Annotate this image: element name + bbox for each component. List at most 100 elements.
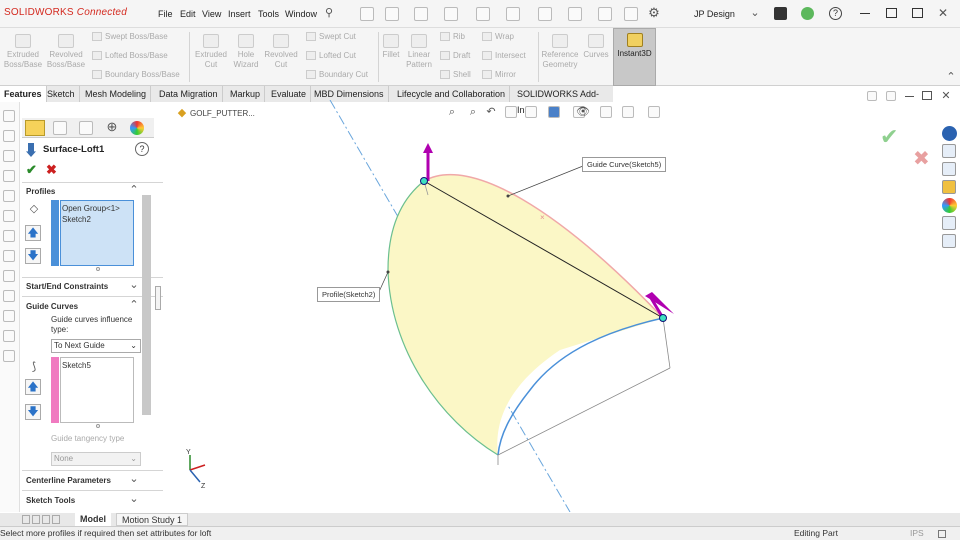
swept-cut-button[interactable]: Swept Cut: [306, 32, 356, 42]
graphics-viewport[interactable]: × Y Z: [160, 100, 935, 512]
profiles-list[interactable]: Open Group<1> Sketch2: [60, 200, 134, 266]
scroll-prev-icon[interactable]: [32, 515, 40, 524]
design-library-icon[interactable]: [942, 144, 956, 158]
appearances-icon[interactable]: [942, 198, 957, 213]
pm-scrollbar[interactable]: [142, 195, 151, 415]
status-units[interactable]: IPS: [910, 527, 924, 540]
rebuild-icon[interactable]: [598, 7, 612, 21]
connector-point[interactable]: [659, 314, 667, 322]
app-logo[interactable]: SOLIDWORKS Connected: [4, 7, 127, 18]
save-icon[interactable]: [444, 7, 458, 21]
minimize-icon[interactable]: [860, 13, 870, 14]
fillet-button[interactable]: Fillet: [380, 34, 402, 60]
guide-influence-select[interactable]: To Next Guide ⌄: [51, 339, 141, 353]
guide-curve-callout[interactable]: Guide Curve(Sketch5): [582, 157, 667, 172]
maximize-icon[interactable]: [912, 8, 923, 18]
menu-view[interactable]: View: [202, 9, 221, 19]
expand-icon[interactable]: ⌄: [128, 492, 140, 506]
tab-sketch[interactable]: Sketch: [43, 86, 80, 102]
file-explorer-icon[interactable]: [942, 162, 956, 176]
property-manager-tab[interactable]: [53, 121, 67, 135]
status-toggle-icon[interactable]: [938, 530, 946, 538]
user-name[interactable]: JP Design: [694, 9, 735, 19]
redo-icon[interactable]: [538, 7, 552, 21]
move-up-button[interactable]: 🡅: [25, 225, 41, 241]
home-icon[interactable]: [360, 7, 374, 21]
lofted-boss-button[interactable]: Lofted Boss/Base: [92, 51, 168, 61]
open-icon[interactable]: [414, 7, 428, 21]
doc-restore-icon[interactable]: [922, 91, 932, 100]
tool-icon[interactable]: [3, 330, 15, 342]
new-document-icon[interactable]: [385, 7, 399, 21]
tool-icon[interactable]: [3, 250, 15, 262]
tool-icon[interactable]: [3, 270, 15, 282]
connector-handle-arrow[interactable]: [423, 143, 433, 153]
collapse-icon[interactable]: ⌃: [128, 298, 140, 312]
list-item[interactable]: Open Group<1>: [62, 203, 132, 214]
command-prompt-icon[interactable]: [774, 7, 787, 20]
hole-wizard-button[interactable]: Hole Wizard: [230, 34, 262, 70]
guide-move-up-button[interactable]: 🡅: [25, 379, 41, 395]
feature-manager-tab[interactable]: [25, 120, 45, 136]
cancel-icon[interactable]: ✖: [46, 162, 57, 178]
select-icon[interactable]: [568, 7, 582, 21]
menu-tools[interactable]: Tools: [258, 9, 279, 19]
tool-icon[interactable]: [3, 110, 15, 122]
sketch-tools-header[interactable]: Sketch Tools: [22, 493, 163, 508]
dimxpert-tab[interactable]: ⊕: [104, 120, 120, 134]
collapse-ribbon-icon[interactable]: ⌃: [944, 70, 958, 84]
list-item[interactable]: Sketch5: [62, 360, 132, 371]
doc-close-icon[interactable]: ✕: [940, 89, 952, 103]
restore-icon[interactable]: [886, 8, 897, 18]
help-icon[interactable]: ?: [135, 142, 149, 156]
scroll-first-icon[interactable]: [22, 515, 30, 524]
custom-properties-icon[interactable]: [942, 216, 956, 230]
draft-button[interactable]: Draft: [440, 51, 470, 61]
scroll-next-icon[interactable]: [42, 515, 50, 524]
tool-icon[interactable]: [3, 230, 15, 242]
tool-icon[interactable]: [3, 130, 15, 142]
revolved-boss-button[interactable]: Revolved Boss/Base: [45, 34, 87, 70]
rib-button[interactable]: Rib: [440, 32, 465, 42]
tool-icon[interactable]: [3, 290, 15, 302]
tool-icon[interactable]: [3, 150, 15, 162]
scroll-last-icon[interactable]: [52, 515, 60, 524]
curves-button[interactable]: Curves: [582, 34, 610, 60]
shell-button[interactable]: Shell: [440, 70, 471, 80]
tool-icon[interactable]: [3, 350, 15, 362]
guide-tangency-select[interactable]: None ⌄: [51, 452, 141, 466]
pin-icon[interactable]: ⚲: [322, 6, 336, 20]
menu-edit[interactable]: Edit: [180, 9, 196, 19]
tool-icon[interactable]: [3, 190, 15, 202]
instant3d-button[interactable]: Instant3D: [613, 28, 656, 86]
user-avatar[interactable]: [801, 7, 814, 20]
close-icon[interactable]: ✕: [936, 6, 950, 20]
forum-icon[interactable]: [942, 234, 956, 248]
menu-file[interactable]: File: [158, 9, 173, 19]
list-item[interactable]: Sketch2: [62, 214, 132, 225]
print-icon[interactable]: [476, 7, 490, 21]
tool-icon[interactable]: [3, 310, 15, 322]
tool-icon[interactable]: [3, 170, 15, 182]
options-gear-icon[interactable]: ⚙: [646, 6, 662, 20]
tool-icon[interactable]: [3, 210, 15, 222]
view-palette-icon[interactable]: [942, 180, 956, 194]
file-properties-icon[interactable]: [624, 7, 638, 21]
accept-icon[interactable]: ✔: [26, 162, 37, 178]
centerline-parameters-header[interactable]: Centerline Parameters: [22, 473, 163, 488]
collapse-icon[interactable]: ⌃: [128, 183, 140, 197]
expand-icon[interactable]: ⌄: [128, 472, 140, 486]
configuration-manager-tab[interactable]: [79, 121, 93, 135]
chevron-down-icon[interactable]: ⌄: [748, 6, 762, 20]
swept-boss-button[interactable]: Swept Boss/Base: [92, 32, 168, 42]
mirror-button[interactable]: Mirror: [482, 70, 516, 80]
tab-motion-study[interactable]: Motion Study 1: [116, 513, 189, 526]
lofted-cut-button[interactable]: Lofted Cut: [306, 51, 356, 61]
boundary-cut-button[interactable]: Boundary Cut: [306, 70, 368, 80]
resize-handle[interactable]: [96, 267, 100, 271]
menu-insert[interactable]: Insert: [228, 9, 251, 19]
revolved-cut-button[interactable]: Revolved Cut: [262, 34, 300, 70]
help-icon[interactable]: ?: [829, 7, 842, 20]
connector-point[interactable]: [420, 177, 428, 185]
extruded-boss-button[interactable]: Extruded Boss/Base: [3, 34, 43, 70]
